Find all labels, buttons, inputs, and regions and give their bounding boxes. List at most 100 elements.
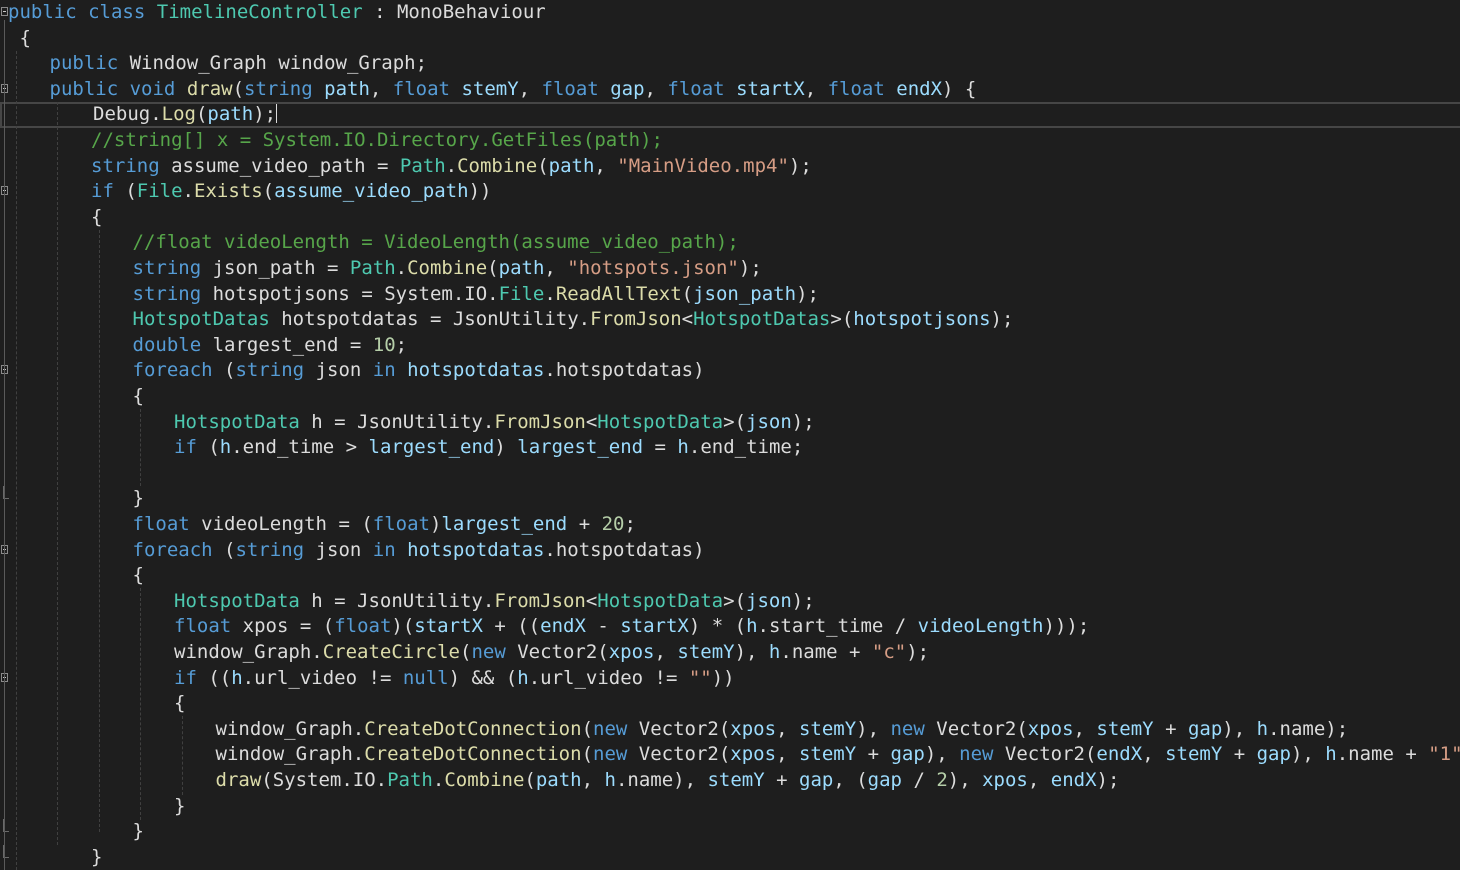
- code-line[interactable]: window_Graph.CreateDotConnection(new Vec…: [0, 717, 1460, 743]
- code-line[interactable]: float xpos = (float)(startX + ((endX - s…: [0, 614, 1460, 640]
- code-token: (: [113, 180, 137, 203]
- code-token: h: [1256, 717, 1269, 740]
- code-token: window_Graph.: [215, 743, 365, 766]
- code-token: ) && (: [448, 666, 518, 689]
- code-token: );: [1096, 769, 1120, 791]
- code-token: .end_time >: [231, 436, 369, 459]
- code-line[interactable]: {: [0, 691, 1460, 717]
- code-line[interactable]: window_Graph.CreateCircle(new Vector2(xp…: [0, 640, 1460, 666]
- code-token: string: [132, 257, 202, 279]
- code-line[interactable]: Debug.Log(path);: [0, 102, 1460, 128]
- code-line[interactable]: window_Graph.CreateDotConnection(new Vec…: [0, 742, 1460, 768]
- code-token: }: [132, 820, 144, 843]
- code-token: ,: [581, 769, 605, 791]
- code-line[interactable]: }: [0, 819, 1460, 845]
- code-line[interactable]: HotspotData h = JsonUtility.FromJson<Hot…: [0, 410, 1460, 436]
- indent-guide: [57, 102, 58, 845]
- code-line[interactable]: public Window_Graph window_Graph;: [0, 51, 1460, 77]
- code-line-content: {: [8, 26, 30, 52]
- code-token: Exists: [194, 180, 263, 203]
- code-line[interactable]: foreach (string json in hotspotdatas.hot…: [0, 538, 1460, 564]
- code-token: gap: [799, 769, 834, 791]
- code-token: .url_video !=: [242, 666, 403, 689]
- code-token: ,: [518, 77, 542, 100]
- code-line[interactable]: double largest_end = 10;: [0, 333, 1460, 359]
- code-line[interactable]: draw(System.IO.Path.Combine(path, h.name…: [0, 768, 1460, 794]
- code-token: xpos: [608, 641, 655, 663]
- code-token: Vector2(: [505, 641, 609, 663]
- code-line[interactable]: public class TimelineController : MonoBe…: [0, 0, 1460, 26]
- code-line[interactable]: //string[] x = System.IO.Directory.GetFi…: [0, 128, 1460, 154]
- code-line-content: }: [91, 845, 102, 870]
- code-token: largest_end: [368, 436, 495, 459]
- code-token: CreateDotConnection: [364, 743, 582, 766]
- code-line[interactable]: string assume_video_path = Path.Combine(…: [0, 154, 1460, 180]
- code-token: +: [1153, 717, 1188, 740]
- code-token: gap: [610, 77, 645, 100]
- code-line[interactable]: foreach (string json in hotspotdatas.hot…: [0, 358, 1460, 384]
- code-line[interactable]: string json_path = Path.Combine(path, "h…: [0, 256, 1460, 282]
- code-line-content: if (h.end_time > largest_end) largest_en…: [174, 435, 803, 461]
- code-editor[interactable]: public class TimelineController : MonoBe…: [0, 0, 1460, 870]
- code-token: stemY: [1096, 717, 1154, 740]
- code-token: =: [418, 308, 453, 331]
- code-line[interactable]: {: [0, 384, 1460, 410]
- code-line[interactable]: [0, 461, 1460, 487]
- fold-outline: [4, 20, 5, 870]
- code-token: FromJson: [494, 589, 586, 612]
- code-line[interactable]: float videoLength = (float)largest_end +…: [0, 512, 1460, 538]
- code-token: JsonUtility.: [452, 308, 591, 331]
- code-token: HotspotData: [597, 410, 724, 433]
- code-token: (: [262, 180, 275, 203]
- code-token: largest_end: [517, 436, 644, 459]
- code-line[interactable]: string hotspotjsons = System.IO.File.Rea…: [0, 282, 1460, 308]
- code-token: .end_time;: [688, 436, 804, 459]
- code-token: stemY: [798, 743, 857, 766]
- code-token: if: [91, 180, 114, 203]
- code-line[interactable]: {: [0, 205, 1460, 231]
- code-token: ,: [654, 641, 678, 663]
- code-token: = (: [327, 513, 373, 535]
- code-token: startX: [736, 77, 805, 100]
- code-token: Path: [399, 154, 446, 177]
- code-line[interactable]: {: [0, 563, 1460, 589]
- code-token: stemY: [461, 77, 519, 100]
- code-line[interactable]: if (File.Exists(assume_video_path)): [0, 179, 1460, 205]
- code-token: (: [232, 77, 245, 100]
- code-token: hotspotdatas: [407, 359, 545, 382]
- code-line[interactable]: {: [0, 26, 1460, 52]
- code-line-content: double largest_end = 10;: [133, 333, 408, 359]
- code-token: path: [535, 769, 582, 791]
- code-line-content: if (File.Exists(assume_video_path)): [91, 179, 491, 205]
- code-token: ;: [624, 513, 636, 535]
- code-line[interactable]: if (h.end_time > largest_end) largest_en…: [0, 435, 1460, 461]
- code-token: (: [460, 641, 472, 663]
- code-token: if: [174, 666, 197, 689]
- code-token: xpos: [242, 615, 289, 638]
- code-line[interactable]: //float videoLength = VideoLength(assume…: [0, 230, 1460, 256]
- code-line[interactable]: }: [0, 486, 1460, 512]
- code-token: HotspotData: [174, 410, 300, 433]
- code-token: path: [498, 257, 545, 279]
- code-token: Combine: [457, 154, 538, 177]
- code-line-content: {: [133, 563, 144, 589]
- code-line[interactable]: public void draw(string path, float stem…: [0, 77, 1460, 103]
- code-line[interactable]: }: [0, 794, 1460, 820]
- code-token: MonoBehaviour: [396, 1, 546, 23]
- code-token: "hotspots.json": [567, 257, 739, 279]
- code-line[interactable]: HotspotDatas hotspotdatas = JsonUtility.…: [0, 307, 1460, 333]
- code-token: ;: [395, 333, 408, 356]
- code-token: .: [395, 257, 408, 279]
- code-line[interactable]: }: [0, 844, 1460, 870]
- code-line[interactable]: HotspotData h = JsonUtility.FromJson<Hot…: [0, 589, 1460, 615]
- code-token: ),: [924, 743, 960, 766]
- code-line[interactable]: if ((h.url_video != null) && (h.url_vide…: [0, 666, 1460, 692]
- code-line-content: }: [174, 794, 185, 820]
- code-token: .hotspotdatas): [544, 359, 705, 382]
